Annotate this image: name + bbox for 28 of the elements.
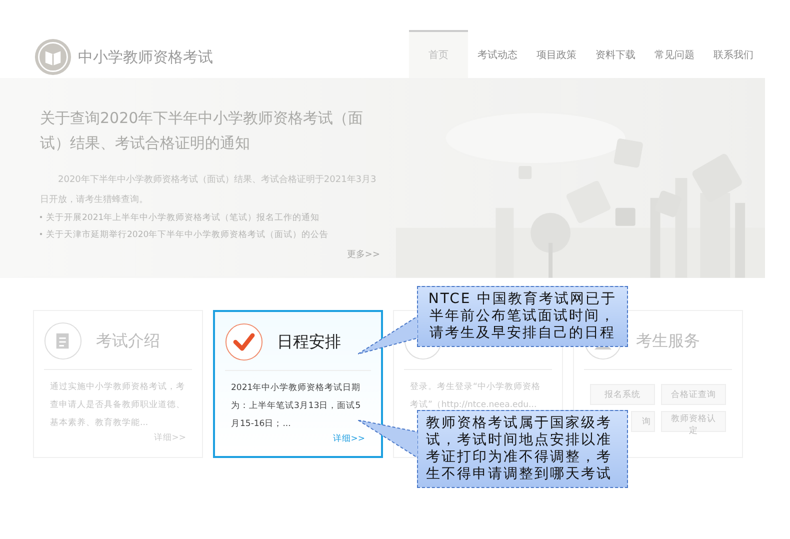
nav-tab[interactable]: 项目政策: [527, 30, 586, 78]
document-icon: [44, 322, 82, 360]
nav-tab[interactable]: 考试动态: [468, 30, 527, 78]
book-emblem-icon: [34, 38, 72, 76]
card-description: 登录。考生登录“中小学教师资格考试”（http://ntce.neea.edu...: [409, 381, 542, 412]
callout-note: NTCE 中国教育考试网已于半年前公布笔试面试时间，请考生及早安排自己的日程: [417, 286, 628, 347]
news-link[interactable]: 关于天津市延期举行2020年下半年中小学教师资格考试（面试）的公告: [46, 230, 329, 240]
nav-tab[interactable]: 联系我们: [704, 30, 763, 78]
news-link[interactable]: 关于开展2021年上半年中小学教师资格考试（笔试）报名工作的通知: [46, 213, 320, 223]
nav-tab[interactable]: 常见问题: [645, 30, 704, 78]
service-button[interactable]: 教师资格认定: [661, 411, 726, 432]
card-title: 日程安排: [277, 332, 341, 352]
nav-tab[interactable]: 资料下载: [586, 30, 645, 78]
service-button[interactable]: 合格证查询: [661, 384, 726, 405]
card-title: 考试介绍: [96, 330, 160, 352]
callout-pointer: [358, 316, 418, 356]
checkmark-icon: [225, 323, 263, 361]
service-button[interactable]: 询: [631, 411, 655, 432]
news-headline[interactable]: 关于查询2020年下半年中小学教师资格考试（面试）结果、考试合格证明的通知: [40, 106, 380, 156]
card-description: 通过实施中小学教师资格考试，考查申请人是否具备教师职业道德、基本素养、教育教学能...: [49, 381, 186, 430]
site-title: 中小学教师资格考试: [78, 48, 213, 66]
more-link[interactable]: 更多>>: [346, 250, 380, 260]
nav-tab[interactable]: 首页: [409, 30, 468, 78]
card-title: 考生服务: [636, 330, 700, 352]
callout-note: 教师资格考试属于国家级考试，考试时间地点安排以准考证打印为准不得调整，考生不得申请调整到哪天考试: [417, 410, 628, 488]
card-description: 2021年中小学教师资格考试日期为：上半年笔试3月13日，面试5月15-16日；...: [230, 382, 362, 431]
details-link[interactable]: 详细>>: [332, 434, 365, 444]
service-button[interactable]: 报名系统: [590, 384, 655, 405]
